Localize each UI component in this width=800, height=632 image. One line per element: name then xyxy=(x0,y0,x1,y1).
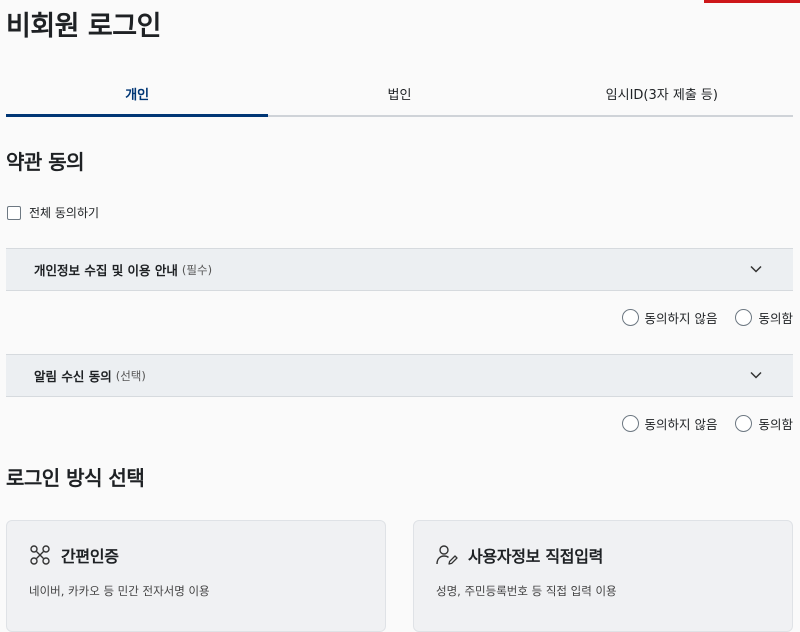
radio-label: 동의하지 않음 xyxy=(644,417,718,432)
card-header: 간편인증 xyxy=(29,543,119,567)
all-agree-label: 전체 동의하기 xyxy=(29,206,100,220)
card-header: 사용자정보 직접입력 xyxy=(436,543,603,567)
radio-label: 동의하지 않음 xyxy=(644,311,718,326)
all-agree-checkbox[interactable]: 전체 동의하기 xyxy=(7,204,99,221)
simple-auth-icon xyxy=(30,545,50,565)
radio-label: 동의함 xyxy=(758,417,793,432)
login-type-tabs: 개인 법인 임시ID(3자 제출 등) xyxy=(6,78,793,117)
card-title: 사용자정보 직접입력 xyxy=(468,547,604,566)
simple-auth-card[interactable]: 간편인증 네이버, 카카오 등 민간 전자서명 이용 xyxy=(6,520,386,632)
radio-label: 동의함 xyxy=(758,311,793,326)
privacy-agree-radio[interactable]: 동의함 xyxy=(735,308,793,327)
card-title: 간편인증 xyxy=(61,547,119,566)
chevron-down-icon[interactable] xyxy=(749,262,763,276)
tab-temporary-id[interactable]: 임시ID(3자 제출 등) xyxy=(531,78,793,115)
checkbox-box[interactable] xyxy=(7,205,21,220)
page-title: 비회원 로그인 xyxy=(6,11,161,42)
radio-circle[interactable] xyxy=(735,415,753,432)
direct-input-card[interactable]: 사용자정보 직접입력 성명, 주민등록번호 등 직접 입력 이용 xyxy=(413,520,793,632)
login-method-title: 로그인 방식 선택 xyxy=(6,466,145,490)
tab-corporate[interactable]: 법인 xyxy=(268,78,530,115)
radio-circle[interactable] xyxy=(621,415,639,432)
required-tag: (필수) xyxy=(181,262,213,277)
card-description: 네이버, 카카오 등 민간 전자서명 이용 xyxy=(29,584,210,598)
tab-individual[interactable]: 개인 xyxy=(6,78,269,117)
chevron-down-icon[interactable] xyxy=(749,368,763,382)
card-description: 성명, 주민등록번호 등 직접 입력 이용 xyxy=(436,584,617,598)
terms-section-title: 약관 동의 xyxy=(6,150,85,174)
notification-disagree-radio[interactable]: 동의하지 않음 xyxy=(621,414,718,433)
terms-accordion-privacy[interactable]: 개인정보 수집 및 이용 안내 (필수) xyxy=(6,248,793,291)
optional-tag: (선택) xyxy=(115,368,146,383)
radio-circle[interactable] xyxy=(621,309,639,326)
accordion-title: 알림 수신 동의 xyxy=(34,369,112,384)
notification-agree-radio[interactable]: 동의함 xyxy=(735,414,793,433)
privacy-consent-options: 동의하지 않음 동의함 xyxy=(604,308,793,327)
privacy-disagree-radio[interactable]: 동의하지 않음 xyxy=(621,308,718,327)
radio-circle[interactable] xyxy=(735,309,753,326)
user-edit-icon xyxy=(436,545,458,565)
top-accent-bar xyxy=(704,0,800,3)
terms-accordion-notification[interactable]: 알림 수신 동의 (선택) xyxy=(6,354,793,397)
accordion-title: 개인정보 수집 및 이용 안내 xyxy=(34,263,178,278)
notification-consent-options: 동의하지 않음 동의함 xyxy=(604,414,793,433)
